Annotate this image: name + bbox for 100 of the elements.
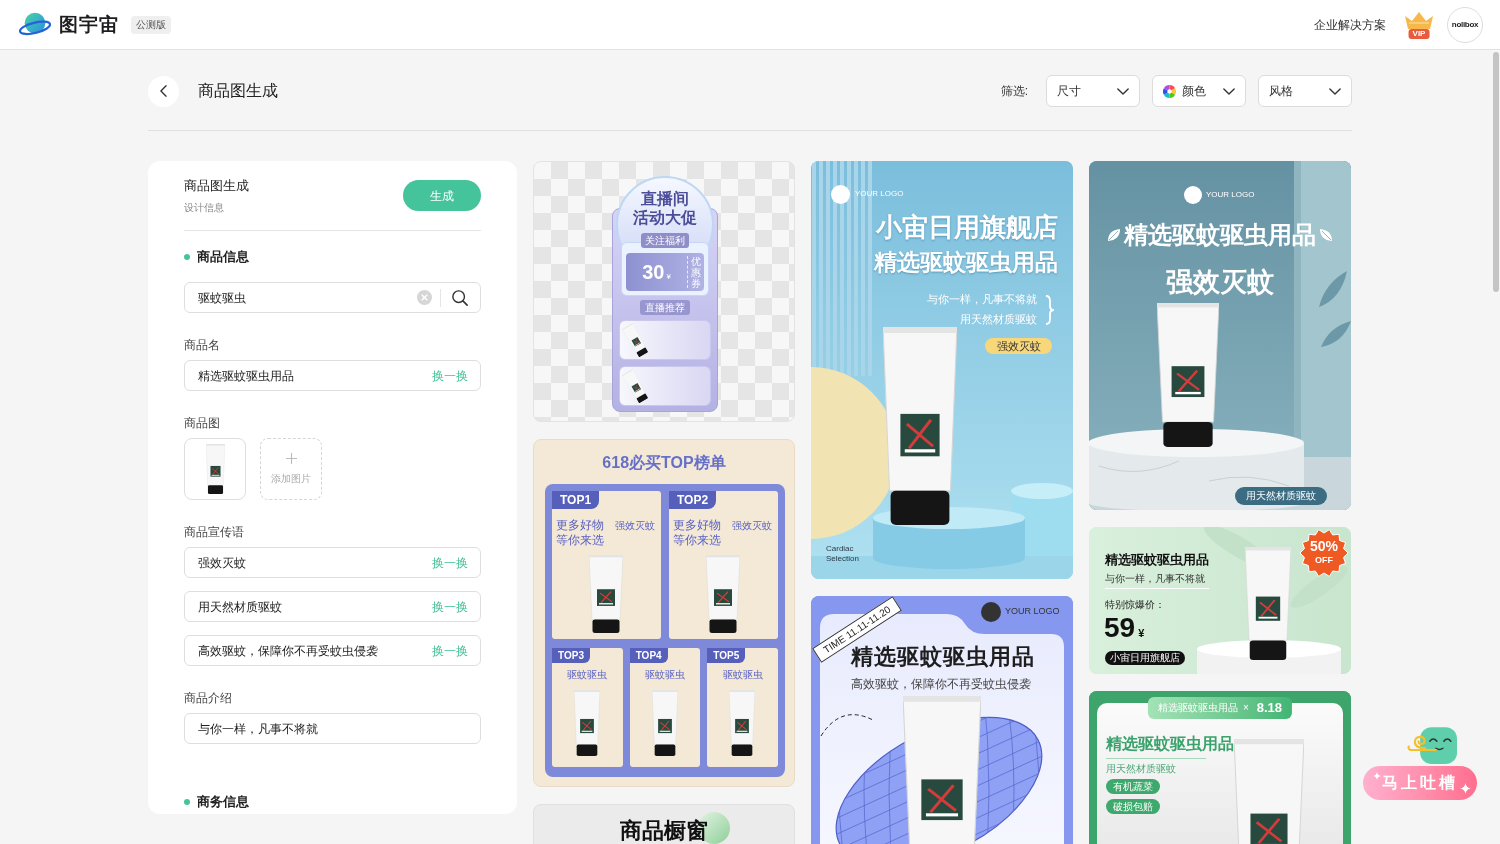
poster-title: 直播间 <box>641 189 689 208</box>
poster-subtitle: 等你来选 <box>556 533 604 548</box>
brace-icon <box>1045 295 1055 325</box>
tube-drawing <box>574 690 600 756</box>
currency-symbol: ¥ <box>666 271 671 283</box>
banner-date: 8.18 <box>1256 700 1283 716</box>
back-button[interactable] <box>148 75 179 107</box>
search-icon[interactable] <box>452 289 468 306</box>
leaf-icon <box>1319 228 1333 242</box>
poster-subtitle: 高效驱蚊，保障你不再受蚊虫侵袭 <box>851 676 1031 692</box>
poster-subtitle: 与你一样，凡事不将就 <box>927 292 1037 306</box>
logo-text: YOUR LOGO <box>1005 606 1060 617</box>
price-label: 特别惊爆价： <box>1105 598 1165 611</box>
tube-drawing <box>205 444 225 494</box>
product-name: 驱蚊驱虫 <box>567 669 608 681</box>
mascot-icon[interactable] <box>1407 727 1457 766</box>
template-card[interactable]: 直播间 活动大促 关注福利 30¥ 优惠券 直播推荐 <box>533 161 795 422</box>
template-card[interactable]: 商品橱窗 <box>533 804 795 844</box>
discount-note: OFF <box>1315 555 1333 566</box>
poster-title: 精选驱蚊驱虫用品 <box>1124 220 1316 250</box>
field-label: 商品名 <box>184 337 220 353</box>
beta-badge: 公测版 <box>131 15 171 34</box>
field-label: 商品宣传语 <box>184 524 244 540</box>
tube-drawing <box>651 690 678 756</box>
poster-tag: 关注福利 <box>641 233 689 248</box>
brand-name: 图宇宙 <box>59 12 119 37</box>
poster-tag: 破损包赔 <box>1106 799 1160 814</box>
field-value: 与你一样，凡事不将就 <box>198 720 319 738</box>
poster-subtitle: 用天然材质驱蚊 <box>960 312 1037 326</box>
template-card[interactable]: 618必买TOP榜单 TOP1 更多好物 等你来选 强效灭蚊 TOP2 更多好物 等你来选 强效灭蚊 TOP3 驱蚊驱虫 TOP4 驱蚊驱虫 TOP5 驱蚊驱虫 <box>533 439 795 787</box>
filter-label: 筛选: <box>1000 83 1028 100</box>
coupon-value: 30 <box>642 261 665 283</box>
logo-text: YOUR LOGO <box>855 189 904 199</box>
search-field[interactable]: 驱蚊驱虫 <box>184 282 481 313</box>
poster-tag: 直播推荐 <box>640 300 690 315</box>
poster-title: 精选驱蚊驱虫用品 <box>874 248 1058 277</box>
poster-tag: 强效灭蚊 <box>985 338 1052 354</box>
field-value: 精选驱蚊驱虫用品 <box>198 367 295 385</box>
poster-tag: 有机蔬菜 <box>1106 779 1160 794</box>
chevron-down-icon <box>1329 87 1341 95</box>
template-card[interactable]: YOUR LOGO 小宙日用旗舰店 精选驱蚊驱虫用品 与你一样，凡事不将就 用天然材质驱蚊 强效灭蚊 Cardiac Selection <box>811 161 1073 579</box>
poster-subtitle: 与你一样，凡事不将就 <box>1105 572 1205 585</box>
poster-tag: 强效灭蚊 <box>615 520 655 532</box>
footer-text: Selection <box>826 554 859 564</box>
poster-title: 商品橱窗 <box>620 818 708 844</box>
sparkle-icon <box>1460 783 1471 794</box>
field-label: 商品介绍 <box>184 690 232 706</box>
poster-subtitle: 等你来选 <box>673 533 721 548</box>
leaf-icon <box>1107 228 1121 242</box>
field-value: 用天然材质驱蚊 <box>198 598 283 616</box>
section-title: 商务信息 <box>197 794 249 810</box>
text-field[interactable]: 精选驱蚊驱虫用品 换一换 <box>184 360 481 391</box>
filter-dropdown[interactable]: 风格 <box>1258 75 1352 107</box>
enterprise-link[interactable]: 企业解决方案 <box>1314 15 1386 34</box>
logo-text: YOUR LOGO <box>1206 190 1255 200</box>
field-label: 商品图 <box>184 415 220 431</box>
footer-text: Cardiac <box>826 544 854 554</box>
text-field[interactable]: 强效灭蚊 换一换 <box>184 547 481 578</box>
tube-drawing <box>729 690 756 756</box>
poster-subtitle: 更多好物 <box>556 518 604 533</box>
rank-label: TOP2 <box>669 491 717 509</box>
product-name: 驱蚊驱虫 <box>722 669 763 681</box>
rank-label: TOP3 <box>552 648 590 663</box>
text-field[interactable]: 与你一样，凡事不将就 <box>184 713 481 744</box>
color-wheel-icon <box>1163 84 1176 98</box>
field-value: 高效驱蚊，保障你不再受蚊虫侵袭 <box>198 642 379 660</box>
filter-dropdown[interactable]: 尺寸 <box>1046 75 1140 107</box>
starburst-drawing <box>1300 529 1348 577</box>
section-title: 商品信息 <box>197 249 249 265</box>
shop-tag: 小宙日用旗舰店 <box>1105 651 1185 665</box>
poster-tag: 强效灭蚊 <box>732 520 772 532</box>
currency-symbol: ¥ <box>1138 626 1145 641</box>
poster-title: 活动大促 <box>633 208 697 227</box>
poster-title: 小宙日用旗舰店 <box>876 211 1058 243</box>
panel-subtitle: 设计信息 <box>184 201 224 214</box>
rank-label: TOP5 <box>707 648 746 663</box>
product-thumbnail[interactable] <box>184 438 246 500</box>
template-card[interactable]: YOUR LOGO 精选驱蚊驱虫用品 强效灭蚊 用天然材质驱蚊 <box>1089 161 1351 510</box>
panel-title: 商品图生成 <box>184 178 249 194</box>
crown-icon <box>1404 10 1434 29</box>
plus-icon <box>285 452 297 464</box>
banner-text: 精选驱蚊驱虫用品 <box>1157 702 1238 714</box>
scrollbar-thumb[interactable] <box>1493 52 1499 292</box>
poster-subtitle: 更多好物 <box>673 518 721 533</box>
template-card[interactable]: 精选驱蚊驱虫用品 与你一样，凡事不将就 特别惊爆价： 59¥ 小宙日用旗舰店 50% OFF <box>1089 527 1351 674</box>
poster-headline: 强效灭蚊 <box>1166 266 1274 298</box>
poster-title: 精选驱蚊驱虫用品 <box>1106 734 1234 754</box>
sparkle-icon <box>1373 772 1381 780</box>
tube-drawing <box>621 322 650 359</box>
field-value: 驱蚊驱虫 <box>198 289 247 307</box>
poster-title: 618必买TOP榜单 <box>602 453 726 473</box>
text-field[interactable]: 用天然材质驱蚊 换一换 <box>184 591 481 622</box>
coupon-label: 优惠券 <box>691 255 701 289</box>
field-value: 强效灭蚊 <box>198 554 247 572</box>
filter-dropdown[interactable]: 颜色 <box>1152 75 1246 107</box>
tube-drawing <box>621 368 650 405</box>
poster-tag: 用天然材质驱蚊 <box>1235 487 1327 505</box>
text-field[interactable]: 高效驱蚊，保障你不再受蚊虫侵袭 换一换 <box>184 635 481 666</box>
avatar-button[interactable]: nolibox <box>1447 6 1483 43</box>
rank-label: TOP4 <box>629 648 668 663</box>
